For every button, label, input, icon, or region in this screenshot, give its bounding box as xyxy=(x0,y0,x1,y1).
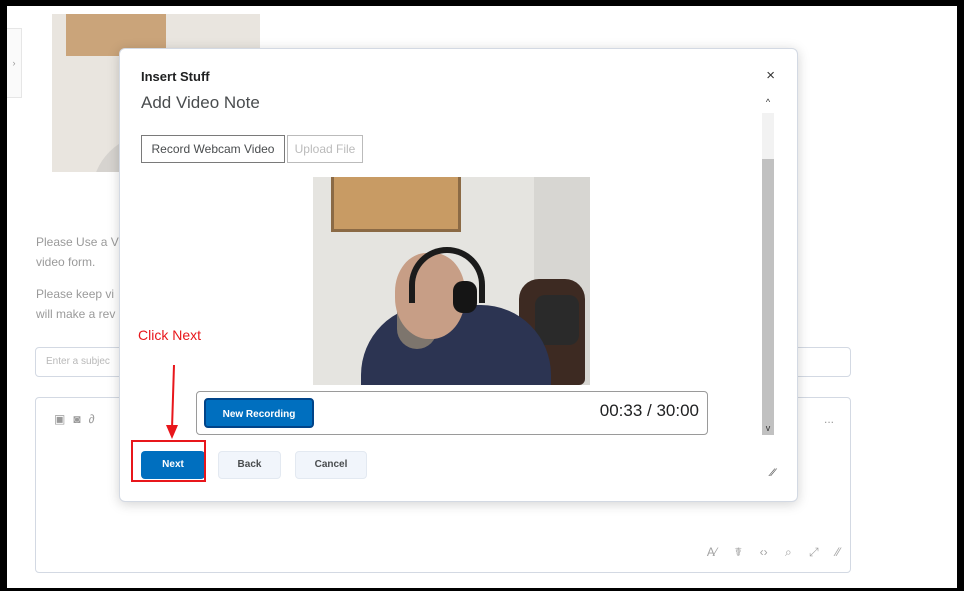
preview-icon[interactable]: ⌕ xyxy=(785,545,792,559)
close-icon[interactable]: × xyxy=(766,67,775,84)
dialog-heading: Add Video Note xyxy=(141,93,260,112)
camera-icon[interactable]: ◙ xyxy=(73,412,88,426)
cancel-button[interactable]: Cancel xyxy=(295,451,367,479)
annotation-label: Click Next xyxy=(138,327,202,343)
dialog-scrollbar[interactable]: ^ v xyxy=(762,97,774,439)
editor-bottom-toolbar: A⁄ ☤ ‹› ⌕ ⤢ ⁄⁄ xyxy=(707,545,840,560)
link-icon[interactable]: ∂ xyxy=(89,412,103,426)
editor-toolbar: ▣◙∂ xyxy=(54,412,103,426)
dialog-title: Insert Stuff xyxy=(141,69,210,84)
bag xyxy=(535,295,579,345)
back-button[interactable]: Back xyxy=(218,451,281,479)
insert-stuff-dialog: Insert Stuff × Add Video Note ^ v Record… xyxy=(119,48,798,502)
scroll-thumb[interactable] xyxy=(762,159,774,435)
more-icon[interactable]: ... xyxy=(824,412,834,426)
background-instruction-line: will make a rev xyxy=(36,307,116,321)
frame-border xyxy=(0,0,964,6)
recording-controls: New Recording 00:33 / 30:00 xyxy=(196,391,708,435)
side-panel-tab[interactable]: › xyxy=(7,28,22,98)
record-webcam-tab[interactable]: Record Webcam Video xyxy=(141,135,285,163)
recording-timer: 00:33 / 30:00 xyxy=(599,401,699,420)
arrow-annotation-icon xyxy=(166,365,178,439)
frame-border xyxy=(957,0,964,591)
fullscreen-icon[interactable]: ⤢ xyxy=(809,545,819,559)
scroll-up-icon[interactable]: ^ xyxy=(762,97,774,111)
scroll-down-icon[interactable]: v xyxy=(762,423,774,437)
annotation-highlight-box xyxy=(131,440,206,482)
background-instruction-line: Please keep vi xyxy=(36,287,115,301)
subject-placeholder: Enter a subjec xyxy=(46,356,110,367)
new-recording-button[interactable]: New Recording xyxy=(204,398,314,428)
webcam-preview xyxy=(313,177,590,385)
spellcheck-icon[interactable]: A⁄ xyxy=(707,545,717,559)
background-instruction-line: Please Use a V xyxy=(36,235,119,249)
background-instruction-line: video form. xyxy=(36,255,96,269)
upload-file-tab[interactable]: Upload File xyxy=(287,135,363,163)
corkboard xyxy=(331,177,461,232)
resize-handle-icon[interactable]: ⁄⁄ xyxy=(771,467,775,479)
accessibility-icon[interactable]: ☤ xyxy=(734,545,742,559)
frame-border xyxy=(0,0,7,591)
video-icon[interactable]: ▣ xyxy=(54,412,73,426)
resize-icon[interactable]: ⁄⁄ xyxy=(836,545,840,559)
code-icon[interactable]: ‹› xyxy=(760,545,768,559)
